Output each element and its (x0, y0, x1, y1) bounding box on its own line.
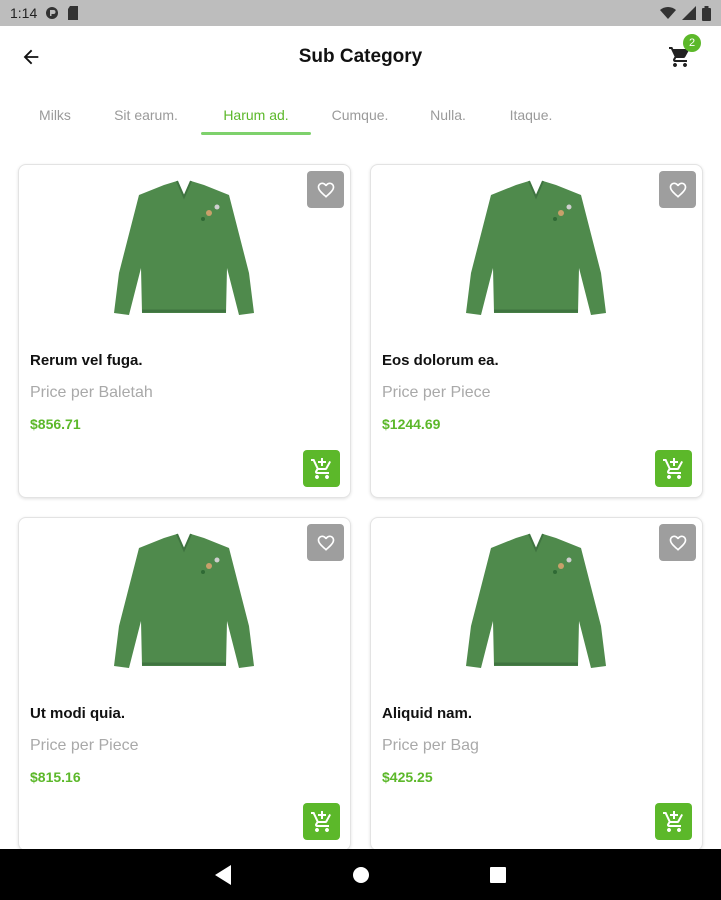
product-price: $815.16 (30, 769, 81, 785)
recents-square-icon (490, 867, 506, 883)
arrow-left-icon (23, 49, 39, 65)
browser-app-icon (45, 6, 59, 20)
product-card[interactable]: Rerum vel fuga. Price per Baletah $856.7… (18, 164, 351, 498)
tab-label: Harum ad. (223, 107, 289, 123)
product-name: Aliquid nam. (382, 705, 472, 722)
heart-outline-icon (317, 535, 334, 551)
tab-label: Itaque. (509, 107, 553, 123)
sweater-image (466, 533, 606, 668)
sweater-image (114, 533, 254, 668)
product-unit: Price per Piece (382, 384, 491, 401)
add-to-cart-button[interactable] (303, 803, 340, 840)
active-tab-indicator (201, 132, 311, 135)
category-tabs: Milks Sit earum. Harum ad. Cumque. Nulla… (0, 95, 721, 137)
battery-icon (702, 5, 711, 21)
product-price: $1244.69 (382, 416, 441, 432)
back-triangle-icon (215, 865, 231, 885)
favorite-button[interactable] (307, 171, 344, 208)
back-button[interactable] (16, 42, 46, 72)
tab-milks[interactable]: Milks (22, 95, 88, 135)
signal-icon (682, 6, 696, 20)
cart-button[interactable]: 2 (665, 34, 701, 72)
nav-back-button[interactable] (211, 863, 235, 887)
status-bar: 1:14 (0, 0, 721, 26)
favorite-button[interactable] (659, 171, 696, 208)
product-unit: Price per Piece (30, 737, 139, 754)
tab-nulla[interactable]: Nulla. (414, 95, 482, 135)
sweater-image (114, 180, 254, 315)
tab-label: Nulla. (430, 107, 466, 123)
add-to-cart-button[interactable] (303, 450, 340, 487)
sweater-image (466, 180, 606, 315)
favorite-button[interactable] (307, 524, 344, 561)
add-to-cart-icon (662, 810, 683, 832)
status-left: 1:14 (10, 5, 79, 21)
tab-cumque[interactable]: Cumque. (318, 95, 402, 135)
add-to-cart-icon (310, 810, 331, 832)
product-unit: Price per Baletah (30, 384, 153, 401)
tab-label: Milks (39, 107, 71, 123)
add-to-cart-icon (310, 457, 331, 479)
product-name: Rerum vel fuga. (30, 352, 143, 369)
product-card[interactable]: Aliquid nam. Price per Bag $425.25 (370, 517, 703, 851)
product-unit: Price per Bag (382, 737, 479, 754)
product-card[interactable]: Eos dolorum ea. Price per Piece $1244.69 (370, 164, 703, 498)
cart-count-badge: 2 (683, 34, 701, 52)
add-to-cart-button[interactable] (655, 450, 692, 487)
heart-outline-icon (669, 182, 686, 198)
add-to-cart-button[interactable] (655, 803, 692, 840)
home-circle-icon (353, 867, 369, 883)
heart-outline-icon (669, 535, 686, 551)
add-to-cart-icon (662, 457, 683, 479)
tab-harum-ad[interactable]: Harum ad. (201, 95, 311, 135)
tab-label: Sit earum. (114, 107, 178, 123)
heart-outline-icon (317, 182, 334, 198)
product-price: $856.71 (30, 416, 81, 432)
tab-sit-earum[interactable]: Sit earum. (100, 95, 192, 135)
wifi-icon (660, 6, 676, 20)
app-bar: Sub Category 2 (0, 26, 721, 88)
nav-recents-button[interactable] (486, 863, 510, 887)
product-price: $425.25 (382, 769, 433, 785)
status-time: 1:14 (10, 5, 38, 21)
sd-card-icon (67, 6, 79, 20)
favorite-button[interactable] (659, 524, 696, 561)
product-name: Ut modi quia. (30, 705, 125, 722)
page-title: Sub Category (298, 46, 423, 67)
system-navigation-bar (0, 849, 721, 900)
product-card[interactable]: Ut modi quia. Price per Piece $815.16 (18, 517, 351, 851)
product-name: Eos dolorum ea. (382, 352, 499, 369)
tab-itaque[interactable]: Itaque. (494, 95, 568, 135)
nav-home-button[interactable] (349, 863, 373, 887)
tab-label: Cumque. (331, 107, 389, 123)
status-right (660, 5, 711, 21)
